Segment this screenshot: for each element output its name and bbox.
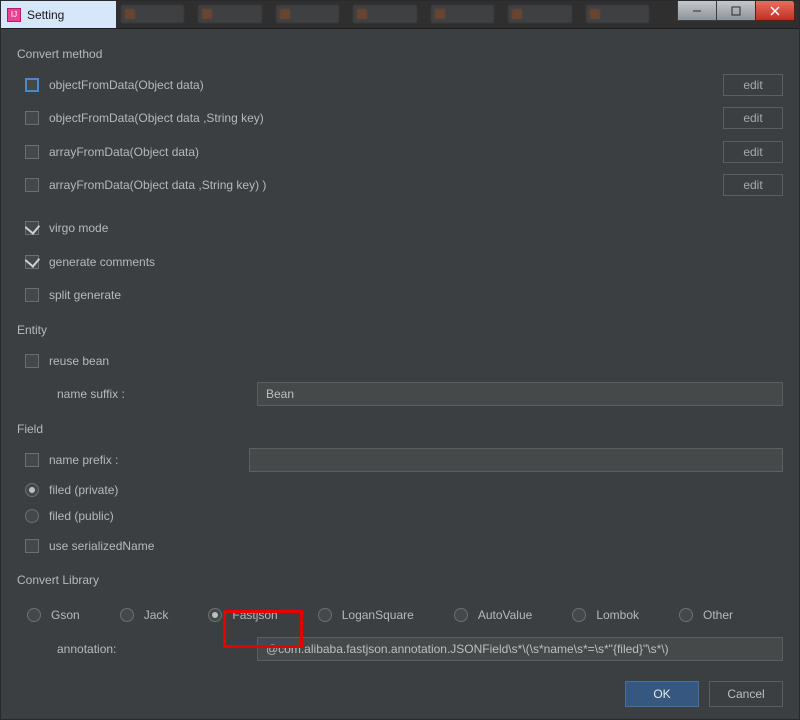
edit-button-1[interactable]: edit [723,74,783,96]
other-label: Other [703,608,733,622]
checkbox-arrayfromdata-2[interactable] [25,178,39,192]
window-titlebar: IJ Setting [1,1,799,29]
checkbox-use-serializedname[interactable] [25,539,39,553]
jack-label: Jack [144,608,169,622]
fastjson-label: Fastjson [232,608,277,622]
checkbox-split-generate[interactable] [25,288,39,302]
annotation-row: annotation: [17,637,783,661]
radio-logansquare[interactable] [318,608,332,622]
method-row-3: arrayFromData(Object data) edit [17,136,783,168]
logansquare-label: LoganSquare [342,608,414,622]
method-row-2: objectFromData(Object data ,String key) … [17,103,783,135]
virgo-label: virgo mode [49,221,108,235]
lombok-label: Lombok [596,608,639,622]
checkbox-arrayfromdata-1[interactable] [25,145,39,159]
radio-field-public[interactable] [25,509,39,523]
method-label: arrayFromData(Object data) [49,145,199,159]
window-title: Setting [27,8,64,22]
reuse-bean-row: reuse bean [17,345,783,377]
reuse-bean-label: reuse bean [49,354,109,368]
name-suffix-label: name suffix : [57,387,257,401]
name-suffix-input[interactable] [257,382,783,406]
field-public-row: filed (public) [17,504,783,528]
checkbox-objectfromdata-2[interactable] [25,111,39,125]
name-prefix-input[interactable] [249,448,783,472]
background-tabs [121,5,649,25]
section-field: Field [17,422,783,436]
edit-button-3[interactable]: edit [723,141,783,163]
app-icon: IJ [7,8,21,22]
annotation-input[interactable] [257,637,783,661]
section-convert-method: Convert method [17,47,783,61]
radio-fastjson[interactable] [208,608,222,622]
minimize-button[interactable] [677,1,717,21]
radio-jack[interactable] [120,608,134,622]
radio-lombok[interactable] [572,608,586,622]
name-prefix-row: name prefix : [17,444,783,476]
gson-label: Gson [51,608,80,622]
split-label: split generate [49,288,121,302]
libs-row: Gson Jack Fastjson LoganSquare AutoValue… [17,601,783,629]
checkbox-generate-comments[interactable] [25,255,39,269]
edit-button-2[interactable]: edit [723,107,783,129]
maximize-button[interactable] [716,1,756,21]
annotation-label: annotation: [57,642,257,656]
section-convert-library: Convert Library [17,573,783,587]
method-label: objectFromData(Object data ,String key) [49,111,264,125]
autovalue-label: AutoValue [478,608,533,622]
close-button[interactable] [755,1,795,21]
edit-button-4[interactable]: edit [723,174,783,196]
checkbox-objectfromdata-1[interactable] [25,78,39,92]
virgo-row: virgo mode [17,212,783,244]
radio-gson[interactable] [27,608,41,622]
dialog-button-bar: OK Cancel [1,671,799,719]
field-private-row: filed (private) [17,478,783,502]
comments-label: generate comments [49,255,155,269]
comments-row: generate comments [17,246,783,278]
method-label: objectFromData(Object data) [49,78,204,92]
method-label: arrayFromData(Object data ,String key) ) [49,178,266,192]
name-suffix-row: name suffix : [17,379,783,411]
field-public-label: filed (public) [49,509,114,523]
section-entity: Entity [17,323,783,337]
field-private-label: filed (private) [49,483,118,497]
radio-autovalue[interactable] [454,608,468,622]
cancel-button[interactable]: Cancel [709,681,783,707]
serialized-label: use serializedName [49,539,154,553]
name-prefix-label: name prefix : [49,453,249,467]
radio-field-private[interactable] [25,483,39,497]
checkbox-name-prefix[interactable] [25,453,39,467]
split-row: split generate [17,280,783,312]
method-row-4: arrayFromData(Object data ,String key) )… [17,170,783,202]
checkbox-virgo-mode[interactable] [25,221,39,235]
checkbox-reuse-bean[interactable] [25,354,39,368]
radio-other[interactable] [679,608,693,622]
serialized-row: use serializedName [17,530,783,562]
method-row-1: objectFromData(Object data) edit [17,69,783,101]
ok-button[interactable]: OK [625,681,699,707]
